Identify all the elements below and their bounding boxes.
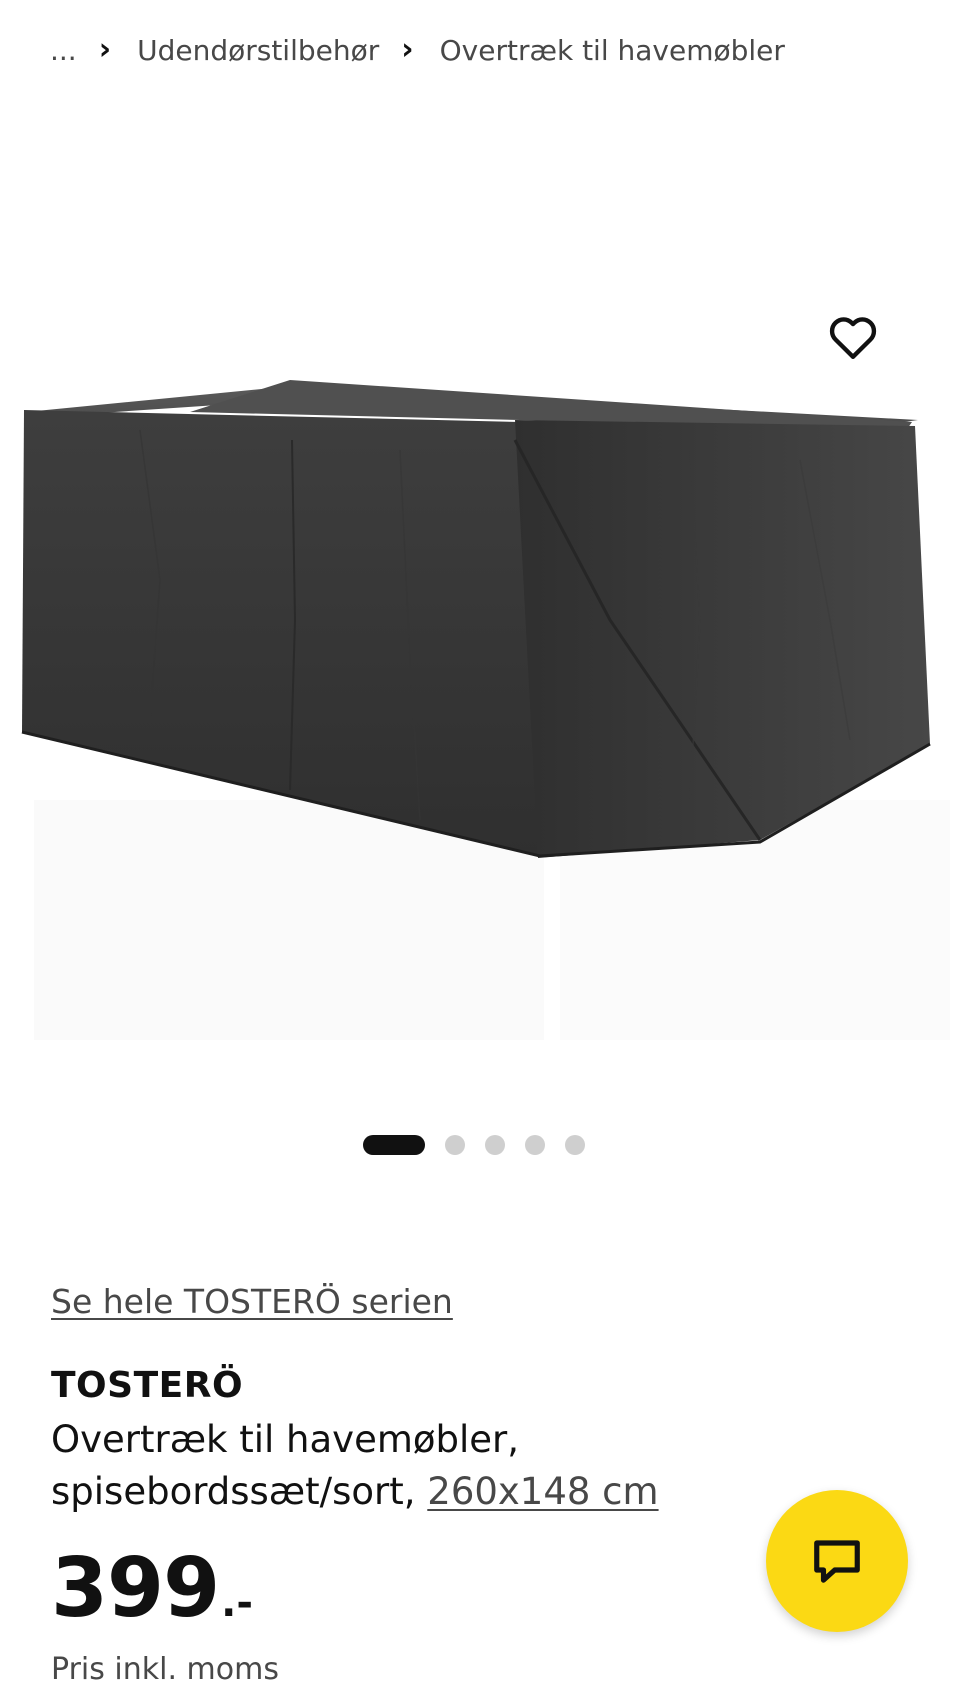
product-image[interactable] bbox=[0, 100, 960, 1120]
chat-bubble-icon bbox=[814, 1540, 860, 1583]
chevron-right-icon: › bbox=[401, 31, 414, 67]
carousel-indicator bbox=[0, 1134, 960, 1156]
product-name: TOSTERÖ bbox=[51, 1365, 244, 1406]
carousel-dot[interactable] bbox=[525, 1135, 545, 1155]
breadcrumb-ellipsis[interactable]: ... bbox=[50, 34, 77, 67]
breadcrumb-item-outdoor-accessories[interactable]: Udendørstilbehør bbox=[137, 34, 379, 67]
price-integer: 399 bbox=[51, 1541, 220, 1636]
carousel-dot[interactable] bbox=[445, 1135, 465, 1155]
price-note: Pris inkl. moms bbox=[51, 1652, 279, 1687]
breadcrumb-item-furniture-covers[interactable]: Overtræk til havemøbler bbox=[440, 34, 785, 67]
carousel-dot[interactable] bbox=[565, 1135, 585, 1155]
product-gallery[interactable] bbox=[0, 100, 960, 1120]
carousel-dot-active[interactable] bbox=[363, 1135, 425, 1155]
chat-button[interactable] bbox=[766, 1490, 908, 1632]
favorite-button[interactable] bbox=[822, 306, 884, 368]
product-description: Overtræk til havemøbler, spisebordssæt/s… bbox=[51, 1414, 751, 1518]
series-link[interactable]: Se hele TOSTERÖ serien bbox=[51, 1282, 453, 1321]
breadcrumb: ... › Udendørstilbehør › Overtræk til ha… bbox=[50, 28, 785, 72]
product-price: 399 .- bbox=[51, 1548, 253, 1630]
carousel-dot[interactable] bbox=[485, 1135, 505, 1155]
chevron-right-icon: › bbox=[98, 31, 112, 67]
heart-outline-icon bbox=[829, 317, 877, 359]
product-description-line2: spisebordssæt/sort, bbox=[51, 1470, 428, 1513]
product-description-line1: Overtræk til havemøbler, bbox=[51, 1418, 520, 1461]
price-suffix: .- bbox=[221, 1580, 253, 1626]
size-link[interactable]: 260x148 cm bbox=[427, 1470, 658, 1513]
